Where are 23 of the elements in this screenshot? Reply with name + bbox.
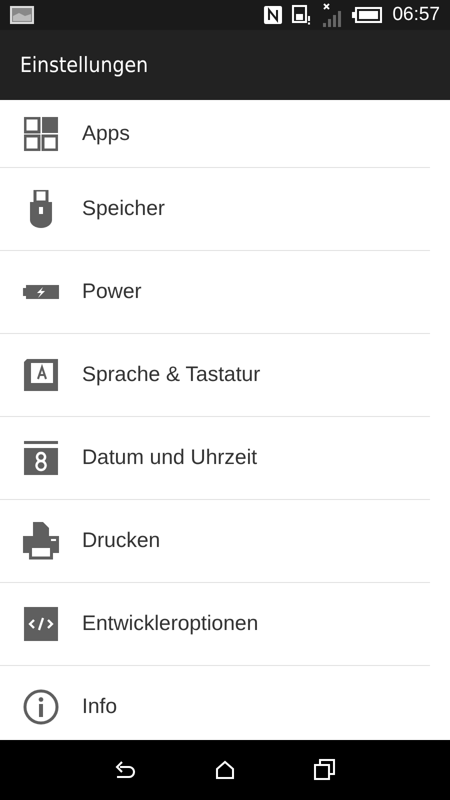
- clock: 06:57: [392, 4, 440, 26]
- usb-stick-icon: [30, 190, 52, 228]
- info-icon: [23, 689, 59, 725]
- printer-icon: [23, 522, 59, 560]
- setting-item[interactable]: Drucken: [82, 529, 160, 553]
- screen-title: Einstellungen: [20, 53, 148, 77]
- setting-item[interactable]: Info: [82, 695, 118, 719]
- image-notification-icon: [10, 6, 34, 24]
- setting-item[interactable]: Sprache & Tastatur: [82, 363, 260, 387]
- nfc-icon: [264, 6, 282, 24]
- setting-item[interactable]: Speicher: [82, 197, 165, 221]
- sim-card-alert-icon: [292, 5, 312, 25]
- no-signal-icon: [322, 3, 342, 27]
- keyboard-key-icon: [24, 359, 58, 391]
- code-icon: [24, 607, 58, 641]
- setting-item[interactable]: Datum und Uhrzeit: [82, 446, 258, 470]
- battery-icon: [352, 7, 382, 23]
- battery-icon: [23, 285, 59, 299]
- setting-item[interactable]: Apps: [82, 122, 130, 146]
- setting-item[interactable]: Power: [82, 280, 142, 304]
- setting-item[interactable]: Entwickleroptionen: [82, 612, 258, 636]
- calendar-icon: [24, 441, 58, 475]
- grid-icon: [24, 116, 58, 150]
